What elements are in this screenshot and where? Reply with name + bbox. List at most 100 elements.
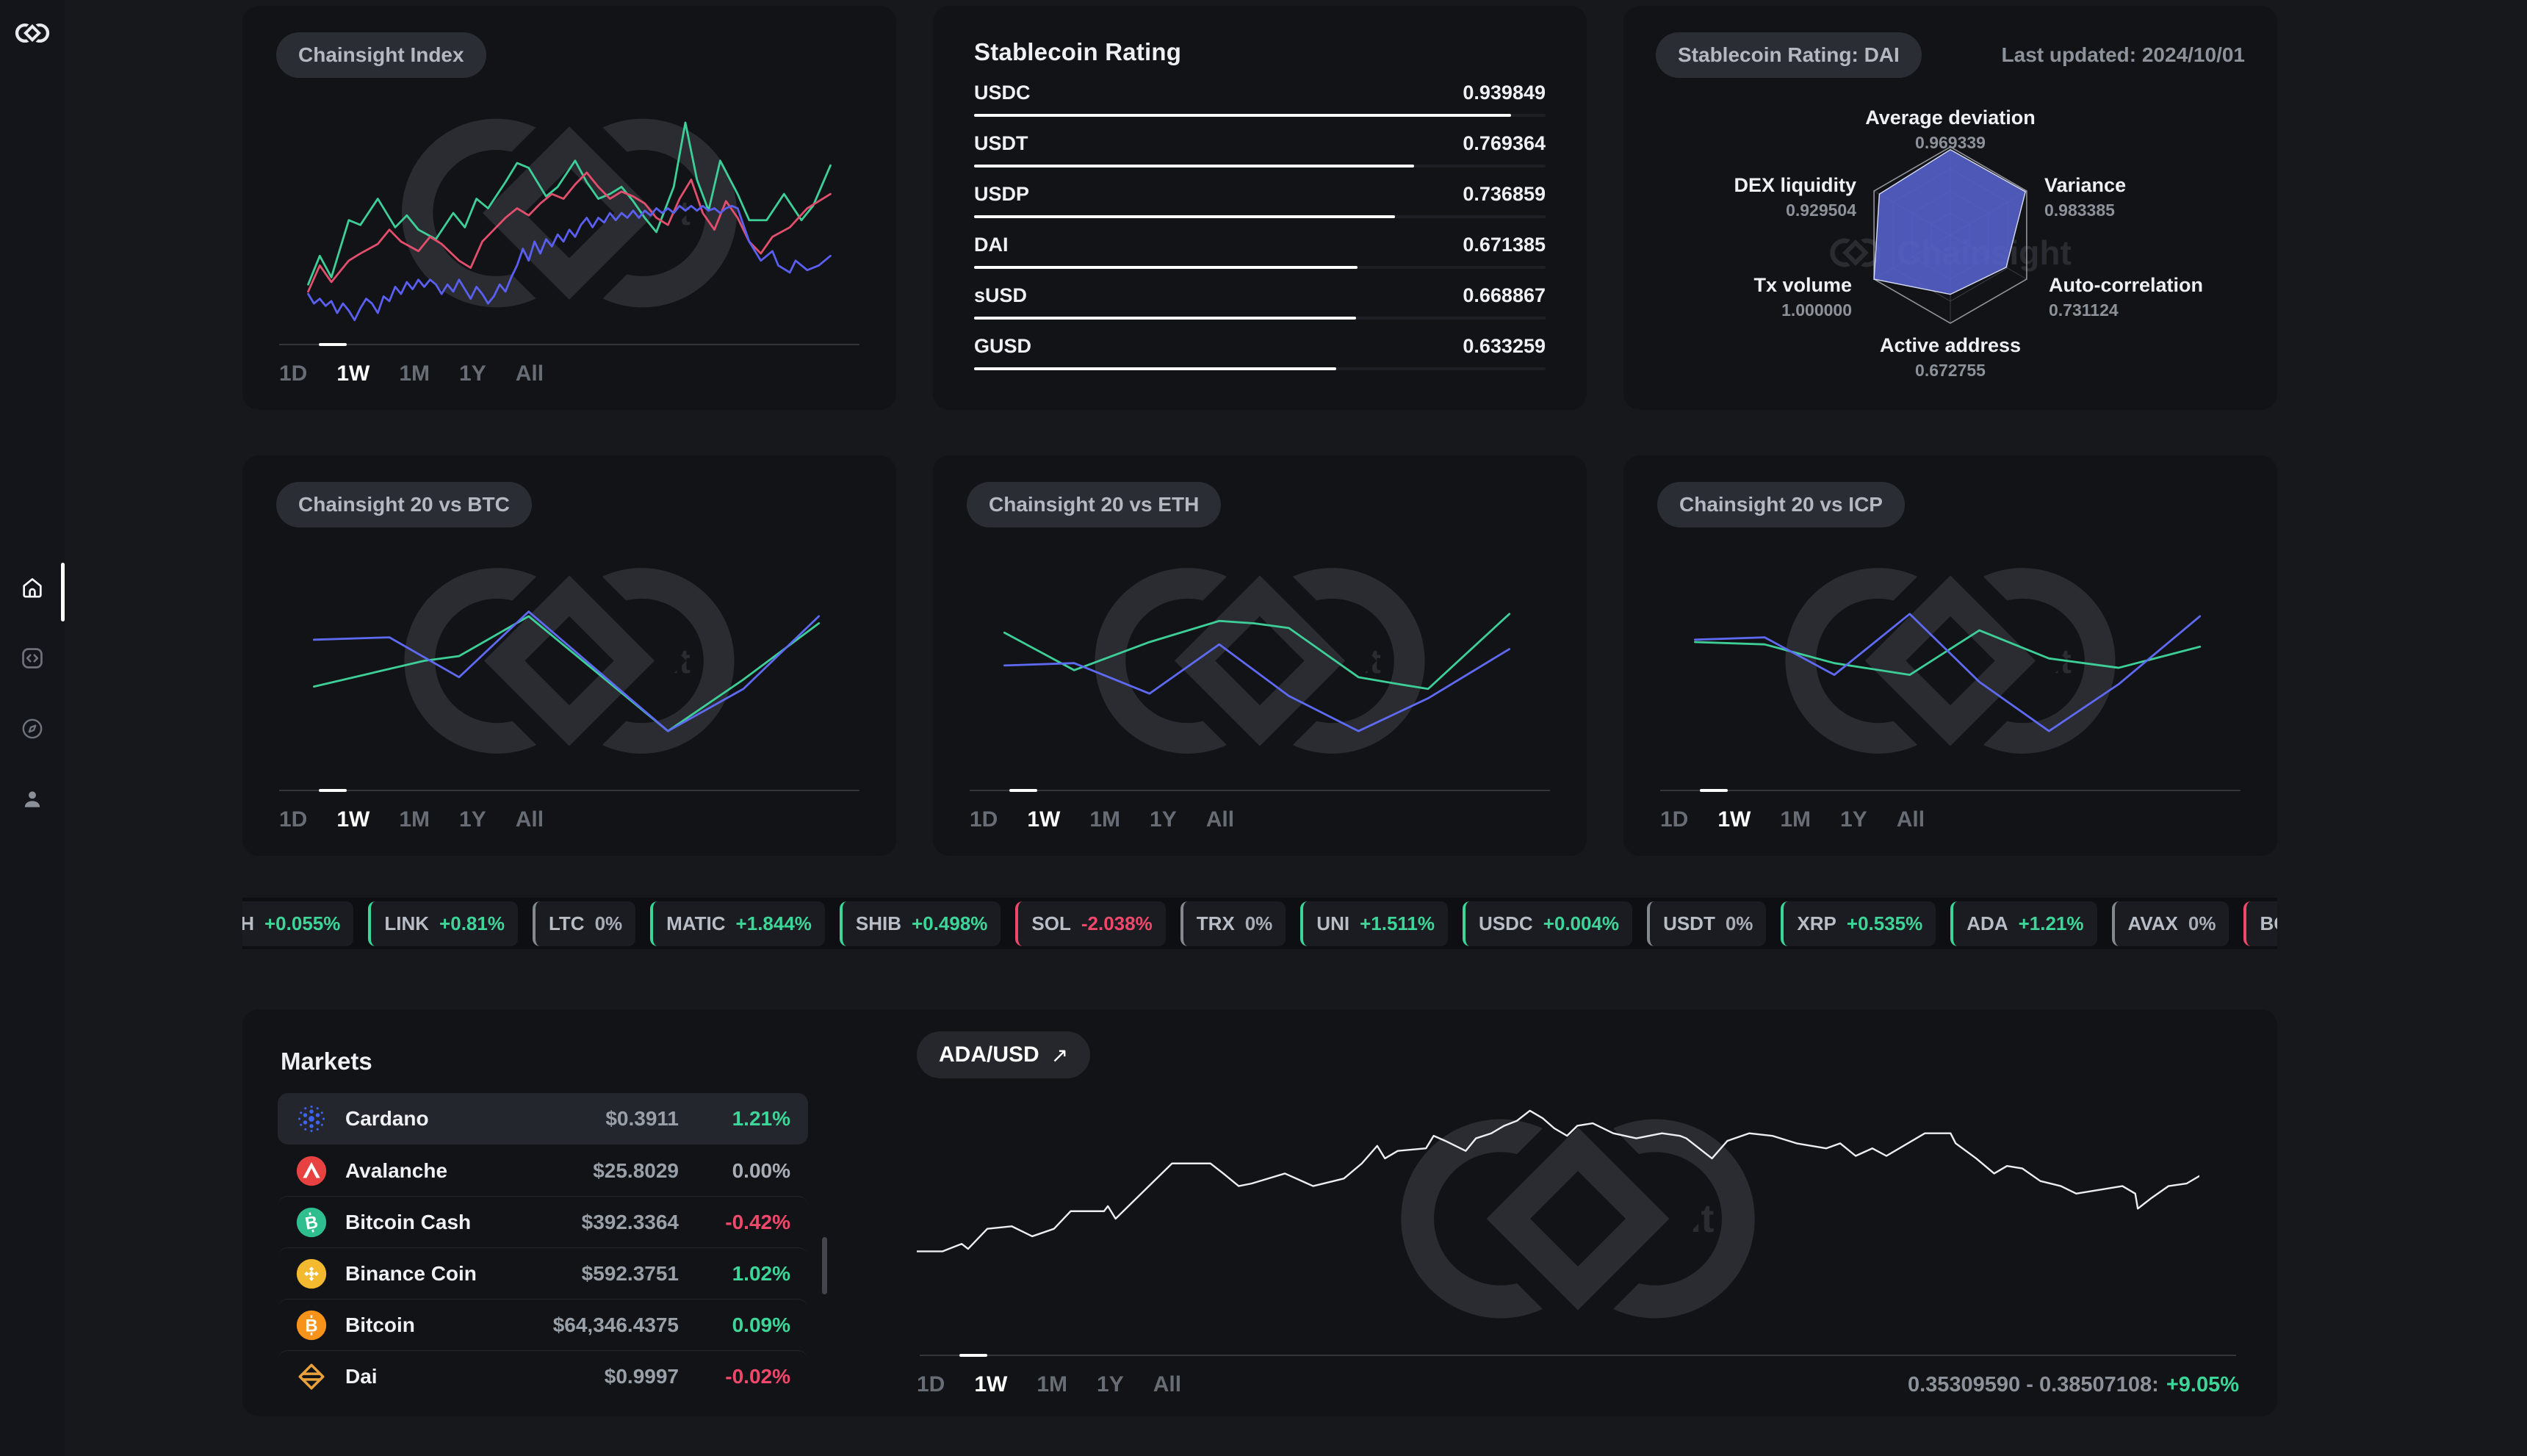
main-content: Chainsight Index Chainsight 1D 1W 1M 1Y All … — [242, 0, 2277, 1456]
ticker-item-trx: TRX 0% — [1180, 901, 1286, 946]
radar-label-top: Average deviation 0.969339 — [1865, 107, 2036, 152]
timeframe-1m[interactable]: 1M — [1089, 807, 1120, 832]
timeframe-1m[interactable]: 1M — [399, 361, 430, 386]
market-price: $0.3911 — [605, 1107, 679, 1130]
market-price: $25.8029 — [593, 1158, 679, 1182]
ticker-item-shib: SHIB +0.498% — [839, 901, 1001, 946]
rating-bar — [974, 165, 1546, 167]
vs-btc-chart: Chainsight — [279, 544, 859, 778]
chart-axis — [279, 789, 859, 792]
market-price: $64,346.4375 — [552, 1313, 679, 1336]
stablecoin-row-gusd: GUSD 0.633259 — [974, 335, 1546, 370]
timeframe-buttons: 1D 1W 1M 1Y All — [970, 807, 1550, 832]
radar-label-bottom: Active address 0.672755 — [1879, 334, 2022, 380]
avalanche-icon — [295, 1155, 328, 1187]
ticker-item-ada: ADA +1.21% — [1950, 901, 2097, 946]
timeframe-1y[interactable]: 1Y — [459, 807, 486, 832]
timeframe-1y[interactable]: 1Y — [459, 361, 486, 386]
timeframe-1d[interactable]: 1D — [279, 361, 307, 386]
radar-label-ur: Variance 0.983385 — [2044, 174, 2127, 220]
stablecoin-rating-title: Stablecoin Rating — [974, 38, 1182, 65]
active-range-marker — [319, 789, 347, 792]
last-updated-label: Last updated: 2024/10/01 — [2001, 43, 2245, 66]
radar-card-header: Stablecoin Rating: DAI Last updated: 202… — [1656, 32, 2245, 78]
vs_icp-chart-svg — [1660, 544, 2241, 778]
timeframe-1w[interactable]: 1W — [336, 807, 370, 832]
pair-badge[interactable]: ADA/USD ↗ — [917, 1031, 1091, 1078]
sidebar-item-explore[interactable] — [20, 716, 45, 741]
market-row-bitcoin-cash[interactable]: B Bitcoin Cash $392.3364 -0.42% — [278, 1196, 808, 1247]
sidebar-item-home[interactable] — [20, 575, 45, 600]
timeframe-1m[interactable]: 1M — [1037, 1372, 1067, 1397]
sidebar-nav — [0, 575, 65, 812]
markets-scrollbar[interactable] — [822, 1237, 827, 1294]
timeframe-buttons: 1D 1W 1M 1Y All — [1660, 807, 2241, 832]
vs_eth-chart-svg — [970, 544, 1550, 778]
sidebar-item-canisters[interactable] — [20, 646, 45, 671]
vs-icp-badge: Chainsight 20 vs ICP — [1657, 482, 1905, 527]
timeframe-all[interactable]: All — [1206, 807, 1234, 832]
timeframe-1d[interactable]: 1D — [279, 807, 307, 832]
market-row-binance-coin[interactable]: Binance Coin $592.3751 1.02% — [278, 1247, 808, 1299]
market-name: Binance Coin — [345, 1261, 477, 1285]
timeframe-1w[interactable]: 1W — [974, 1372, 1007, 1397]
card-chainsight-index: Chainsight Index Chainsight 1D 1W 1M 1Y All — [242, 6, 896, 410]
ticker-item-eth: ETH +0.055% — [242, 901, 354, 946]
market-price: $0.9997 — [604, 1364, 679, 1388]
timeframe-all[interactable]: All — [1153, 1372, 1181, 1397]
stablecoin-row-usdt: USDT 0.769364 — [974, 132, 1546, 167]
timeframe-1y[interactable]: 1Y — [1097, 1372, 1124, 1397]
timeframe-1d[interactable]: 1D — [1660, 807, 1688, 832]
market-change: 1.21% — [732, 1107, 790, 1130]
sidebar-item-profile[interactable] — [20, 787, 45, 812]
stablecoin-value: 0.769364 — [1463, 132, 1546, 154]
timeframe-1y[interactable]: 1Y — [1150, 807, 1177, 832]
timeframe-1w[interactable]: 1W — [1027, 807, 1060, 832]
ticker-change: +1.511% — [1360, 912, 1435, 934]
rating-bar — [974, 266, 1546, 269]
market-row-avalanche[interactable]: Avalanche $25.8029 0.00% — [278, 1145, 808, 1196]
markets-title: Markets — [281, 1048, 372, 1075]
stablecoin-symbol: USDP — [974, 183, 1030, 205]
ticker-symbol: SHIB — [855, 912, 902, 934]
vs_btc-chart-svg — [279, 544, 859, 778]
timeframe-1m[interactable]: 1M — [399, 807, 430, 832]
bnb-icon — [295, 1258, 328, 1290]
timeframe-1d[interactable]: 1D — [917, 1372, 945, 1397]
timeframe-all[interactable]: All — [516, 807, 544, 832]
index-card-badge: Chainsight Index — [276, 32, 486, 78]
ticker-symbol: BCH — [2260, 912, 2277, 934]
index-chart-svg — [279, 94, 859, 332]
stablecoin-symbol: DAI — [974, 234, 1009, 256]
ticker-item-bch: BCH-0.421% — [2243, 901, 2277, 946]
market-row-dai[interactable]: Dai $0.9997 -0.02% — [278, 1350, 808, 1402]
ticker-item-usdt: USDT 0% — [1647, 901, 1767, 946]
ticker-track: ETH +0.055% LINK +0.81% LTC 0% MATIC +1.844% SHI… — [242, 901, 2277, 946]
timeframe-all[interactable]: All — [1897, 807, 1925, 832]
chainsight-logo[interactable] — [15, 21, 50, 46]
rating-bar — [974, 114, 1546, 117]
ticker-change: +0.498% — [912, 912, 988, 934]
stablecoin-value: 0.671385 — [1463, 234, 1546, 256]
timeframe-1w[interactable]: 1W — [336, 361, 370, 386]
market-name: Dai — [345, 1364, 378, 1388]
market-name: Bitcoin Cash — [345, 1210, 472, 1233]
timeframe-1d[interactable]: 1D — [970, 807, 998, 832]
market-price: $592.3751 — [581, 1261, 679, 1285]
vs-btc-badge: Chainsight 20 vs BTC — [276, 482, 532, 527]
market-row-bitcoin[interactable]: B Bitcoin $64,346.4375 0.09% — [278, 1299, 808, 1350]
ticker-change: +1.844% — [735, 912, 812, 934]
stablecoin-rating-list: USDC 0.939849 USDT 0.769364 USDP 0.736859 DAI 0… — [974, 82, 1546, 370]
chart-axis — [279, 343, 859, 346]
timeframe-1w[interactable]: 1W — [1717, 807, 1751, 832]
timeframe-all[interactable]: All — [516, 361, 544, 386]
timeframe-1y[interactable]: 1Y — [1840, 807, 1867, 832]
market-row-cardano[interactable]: Cardano $0.3911 1.21% — [278, 1093, 808, 1145]
card-vs-icp: Chainsight 20 vs ICP Chainsight 1D 1W 1M 1Y… — [1623, 455, 2277, 856]
markets-panel: Markets Cardano $0.3911 1.21% Avalanche $25.… — [242, 1009, 830, 1416]
timeframe-1m[interactable]: 1M — [1780, 807, 1811, 832]
ticker-symbol: AVAX — [2127, 912, 2178, 934]
compass-icon — [22, 718, 43, 739]
ticker-symbol: USDT — [1663, 912, 1715, 934]
ticker-symbol: MATIC — [666, 912, 726, 934]
